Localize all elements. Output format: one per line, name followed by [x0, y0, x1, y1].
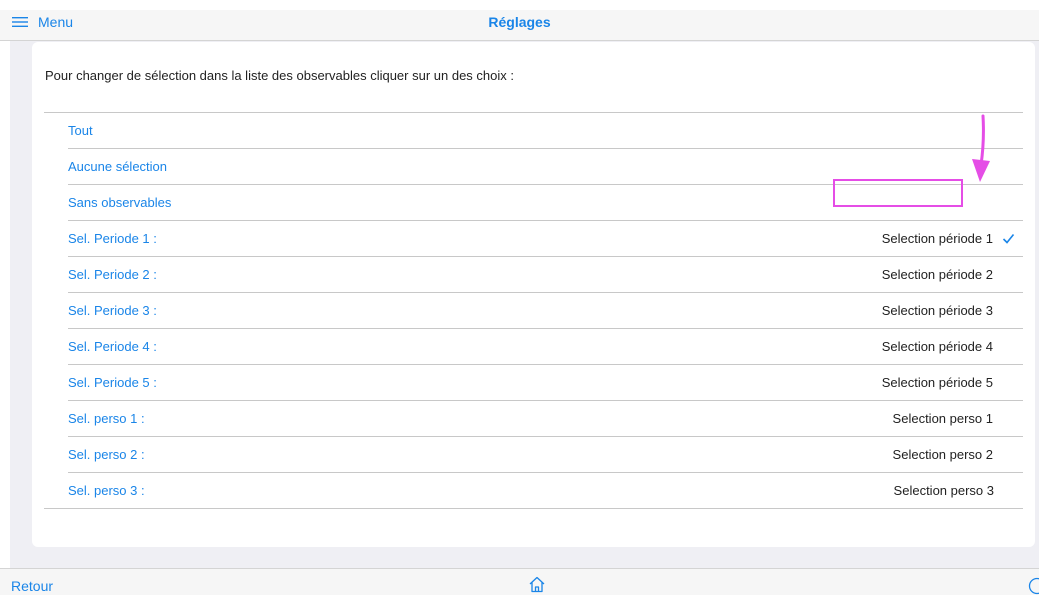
option-value: Selection période 3 — [881, 303, 993, 318]
option-row-periode-2[interactable]: Sel. Periode 2 : Selection période 2 — [68, 257, 1023, 293]
option-label: Sel. Periode 5 : — [68, 375, 157, 390]
option-value: Selection période 4 — [881, 339, 993, 354]
option-label: Sel. Periode 4 : — [68, 339, 157, 354]
option-label: Aucune sélection — [68, 159, 168, 174]
instruction-text: Pour changer de sélection dans la liste … — [45, 68, 514, 83]
home-icon[interactable] — [528, 576, 546, 593]
option-label: Sel. perso 1 : — [68, 411, 145, 426]
checkmark-icon — [1002, 233, 1015, 244]
option-row-periode-5[interactable]: Sel. Periode 5 : Selection période 5 — [68, 365, 1023, 401]
option-label: Sel. perso 2 : — [68, 447, 145, 462]
back-button[interactable]: Retour — [11, 578, 53, 594]
option-value: Selection période 1 — [881, 231, 993, 246]
bottom-toolbar: Retour — [0, 568, 1039, 595]
option-value: Selection perso 1 — [892, 411, 993, 426]
option-row-perso-2[interactable]: Sel. perso 2 : Selection perso 2 — [68, 437, 1023, 473]
settings-screen: Menu Réglages Pour changer de sélection … — [0, 0, 1039, 595]
option-row-periode-3[interactable]: Sel. Periode 3 : Selection période 3 — [68, 293, 1023, 329]
option-row-aucune-selection[interactable]: Aucune sélection — [68, 149, 1023, 185]
option-label: Sel. Periode 3 : — [68, 303, 157, 318]
option-row-sans-observables[interactable]: Sans observables — [68, 185, 1023, 221]
selection-options-list: Tout Aucune sélection Sans observables S… — [44, 113, 1023, 509]
option-label: Tout — [68, 123, 93, 138]
option-label: Sel. Periode 2 : — [68, 267, 157, 282]
help-icon[interactable] — [1028, 577, 1039, 595]
option-row-perso-3[interactable]: Sel. perso 3 : Selection perso 3 — [44, 473, 1023, 509]
option-value: Selection perso 2 — [892, 447, 993, 462]
settings-card: Pour changer de sélection dans la liste … — [32, 42, 1035, 547]
page-title: Réglages — [488, 14, 551, 30]
option-value: Selection perso 3 — [893, 483, 994, 498]
top-navbar: Menu Réglages — [0, 10, 1039, 41]
option-label: Sel. perso 3 : — [68, 483, 145, 498]
option-value: Selection période 5 — [881, 375, 993, 390]
option-row-perso-1[interactable]: Sel. perso 1 : Selection perso 1 — [68, 401, 1023, 437]
option-row-periode-1[interactable]: Sel. Periode 1 : Selection période 1 — [68, 221, 1023, 257]
option-row-periode-4[interactable]: Sel. Periode 4 : Selection période 4 — [68, 329, 1023, 365]
option-row-tout[interactable]: Tout — [68, 113, 1023, 149]
option-value: Selection période 2 — [881, 267, 993, 282]
option-label: Sans observables — [68, 195, 172, 210]
option-label: Sel. Periode 1 : — [68, 231, 157, 246]
